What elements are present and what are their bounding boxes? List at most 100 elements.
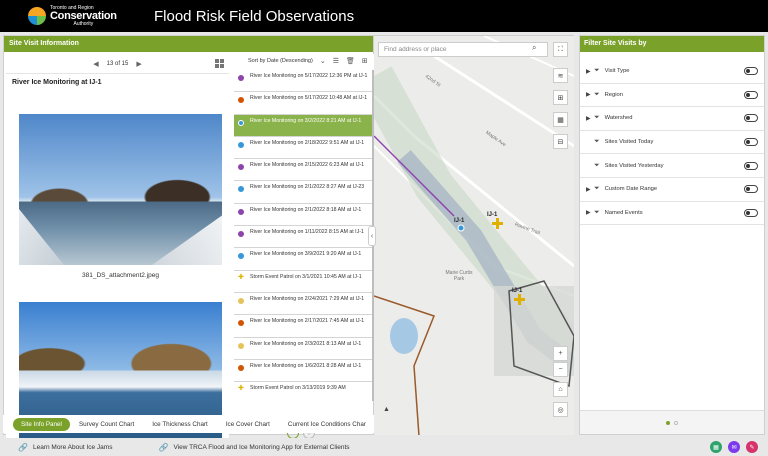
edit-icon[interactable]: ✎: [746, 441, 758, 453]
attachment-photo-1[interactable]: [19, 114, 222, 265]
filter-row[interactable]: ⏷ Sites Visited Today: [580, 131, 764, 155]
point-label-1[interactable]: IJ-1: [454, 218, 464, 224]
visit-list-item[interactable]: River Ice Monitoring on 3/2/2022 8:21 AM…: [234, 114, 372, 137]
page-dot-active[interactable]: [666, 420, 670, 425]
logo-line3: Authority: [73, 20, 94, 27]
filter-row[interactable]: ▶ ⏷ Region: [580, 84, 764, 108]
grid-app-icon[interactable]: ▦: [710, 441, 722, 453]
ice-jams-link[interactable]: 🔗 Learn More About Ice Jams: [18, 443, 112, 452]
visit-list-item[interactable]: River Ice Monitoring on 2/15/2022 6:23 A…: [234, 159, 372, 182]
visit-list-item[interactable]: River Ice Monitoring on 2/3/2021 8:13 AM…: [234, 337, 372, 360]
tab-3[interactable]: Ice Thickness Chart: [143, 417, 217, 432]
logo-line2: Conservation: [50, 9, 117, 22]
chart-tabs: Site Info Panel Survey Count Chart Ice Thi…: [3, 415, 380, 433]
filter-row[interactable]: ⏷ Sites Visited Yesterday: [580, 154, 764, 178]
filter-icon[interactable]: ☰: [333, 57, 339, 65]
visit-list-item[interactable]: River Ice Monitoring on 2/1/2022 8:18 AM…: [234, 203, 372, 227]
visit-list-item[interactable]: River Ice Monitoring on 2/24/2021 7:29 A…: [234, 292, 372, 316]
funnel-icon: ⏷: [594, 138, 600, 146]
filter-toggle[interactable]: [744, 208, 758, 217]
visit-type-dot-icon: [238, 119, 244, 126]
external-app-link-text: View TRCA Flood and Ice Monitoring App f…: [173, 443, 350, 451]
visit-list-item[interactable]: ✚ Storm Event Patrol on 3/13/2019 9:39 AM: [234, 382, 372, 401]
tab-5[interactable]: Current Ice Conditions Char: [279, 417, 375, 432]
trash-icon[interactable]: 🗑: [346, 57, 355, 65]
app-header: Toronto and Region Conservation Authorit…: [0, 0, 768, 32]
prev-record-icon[interactable]: ◀: [93, 60, 98, 68]
chevron-right-icon[interactable]: ▶: [586, 68, 594, 75]
home-icon[interactable]: ⌂: [553, 382, 568, 397]
visit-list-item[interactable]: River Ice Monitoring on 2/18/2022 9:51 A…: [234, 136, 372, 160]
filter-label: Custom Date Range: [604, 186, 658, 193]
fullscreen-icon[interactable]: ⛶: [553, 42, 568, 57]
visit-list-item[interactable]: River Ice Monitoring on 1/6/2021 8:28 AM…: [234, 359, 372, 383]
storm-patrol-icon: ✚: [238, 385, 244, 393]
point-label-3[interactable]: IJ-1: [512, 288, 522, 294]
chevron-down-icon[interactable]: ⌄: [320, 57, 326, 65]
visit-list-item-label: River Ice Monitoring on 2/1/2022 8:27 AM…: [250, 184, 365, 191]
sort-dropdown[interactable]: Sort by Date (Descending): [248, 58, 313, 64]
visit-list-item[interactable]: River Ice Monitoring on 3/9/2021 9:20 AM…: [234, 248, 372, 271]
tab-4[interactable]: Ice Cover Chart: [217, 417, 279, 432]
park-label: Marie Curtis Park: [445, 270, 473, 282]
visit-list-item-label: River Ice Monitoring on 3/9/2021 9:20 AM…: [250, 251, 362, 258]
filter-toggle[interactable]: [744, 67, 758, 76]
address-search-input[interactable]: Find address or place: [378, 42, 548, 57]
filter-panel-title: Filter Site Visits by: [580, 36, 764, 52]
attachment-caption: 381_DS_attachment2.jpeg: [82, 272, 159, 279]
filter-row[interactable]: ▶ ⏷ Visit Type: [580, 60, 764, 84]
page-dot[interactable]: [674, 420, 678, 425]
visit-type-dot-icon: [238, 364, 244, 371]
external-app-link[interactable]: 🔗 View TRCA Flood and Ice Monitoring App…: [158, 443, 349, 452]
filter-toggle[interactable]: [744, 138, 758, 147]
chevron-right-icon[interactable]: ▶: [586, 91, 594, 98]
chevron-right-icon[interactable]: ▶: [586, 209, 594, 216]
visit-type-dot-icon: [238, 97, 244, 104]
visit-list-item[interactable]: River Ice Monitoring on 2/1/2022 8:27 AM…: [234, 181, 372, 204]
collapse-panel-handle[interactable]: ‹: [368, 226, 376, 246]
locate-icon[interactable]: ◎: [553, 402, 568, 417]
pager: ◀ 13 of 15 ▶: [93, 60, 141, 68]
grid-icon[interactable]: ⊞: [362, 57, 368, 65]
tab-2[interactable]: Survey Count Chart: [70, 417, 143, 432]
filter-label: Region: [604, 91, 623, 98]
filter-label: Watershed: [604, 115, 633, 122]
visit-list-item[interactable]: River Ice Monitoring on 5/17/2022 10:48 …: [234, 92, 372, 115]
filter-row[interactable]: ▶ ⏷ Named Events: [580, 202, 764, 226]
visit-list-item-label: River Ice Monitoring on 3/2/2022 8:21 AM…: [250, 117, 362, 124]
chevron-right-icon[interactable]: ▶: [586, 115, 594, 122]
visit-list-item-label: River Ice Monitoring on 2/18/2022 9:51 A…: [250, 139, 365, 146]
filter-toggle[interactable]: [744, 90, 758, 99]
filter-row[interactable]: ▶ ⏷ Watershed: [580, 107, 764, 131]
grid-view-icon[interactable]: [215, 59, 224, 68]
zoom-in-button[interactable]: +: [553, 346, 568, 361]
app-title: Flood Risk Field Observations: [154, 7, 355, 25]
filter-toggle[interactable]: [744, 114, 758, 123]
visit-list-item[interactable]: River Ice Monitoring on 2/17/2021 7:45 A…: [234, 315, 372, 338]
compass-icon[interactable]: ▲: [379, 402, 394, 417]
point-label-2[interactable]: IJ-1: [487, 212, 497, 218]
filter-toggle[interactable]: [744, 185, 758, 194]
measure-icon[interactable]: ⊟: [553, 134, 568, 149]
next-record-icon[interactable]: ▶: [136, 60, 141, 68]
basemap-gallery-icon[interactable]: ⊞: [553, 90, 568, 105]
visit-list-item[interactable]: River Ice Monitoring on 5/17/2022 12:36 …: [234, 70, 372, 93]
zoom-out-button[interactable]: −: [553, 362, 568, 377]
chevron-right-icon[interactable]: ▶: [586, 186, 594, 193]
search-icon[interactable]: ⌕: [532, 43, 536, 53]
visit-list-item[interactable]: River Ice Monitoring on 1/11/2022 8:15 A…: [234, 226, 372, 249]
visit-list-item[interactable]: ✚ Storm Event Patrol on 3/1/2021 10:45 AM…: [234, 270, 372, 293]
visit-type-dot-icon: [238, 208, 244, 215]
map-view[interactable]: 42nd St Maple Ave Ravine Trail Marie Cur…: [374, 35, 574, 435]
filter-toggle[interactable]: [744, 161, 758, 170]
filter-label: Visit Type: [604, 68, 630, 75]
visit-type-dot-icon: [238, 320, 244, 327]
filter-row[interactable]: ▶ ⏷ Custom Date Range: [580, 178, 764, 202]
logo-mark-icon: [28, 7, 46, 25]
qr-code-icon[interactable]: ▦: [553, 112, 568, 127]
tab-1[interactable]: Site Info Panel: [13, 417, 70, 431]
chat-icon[interactable]: ✉: [728, 441, 740, 453]
record-title: River Ice Monitoring at IJ-1: [12, 79, 102, 86]
layers-icon[interactable]: ≋: [553, 68, 568, 83]
visit-type-dot-icon: [238, 164, 244, 171]
